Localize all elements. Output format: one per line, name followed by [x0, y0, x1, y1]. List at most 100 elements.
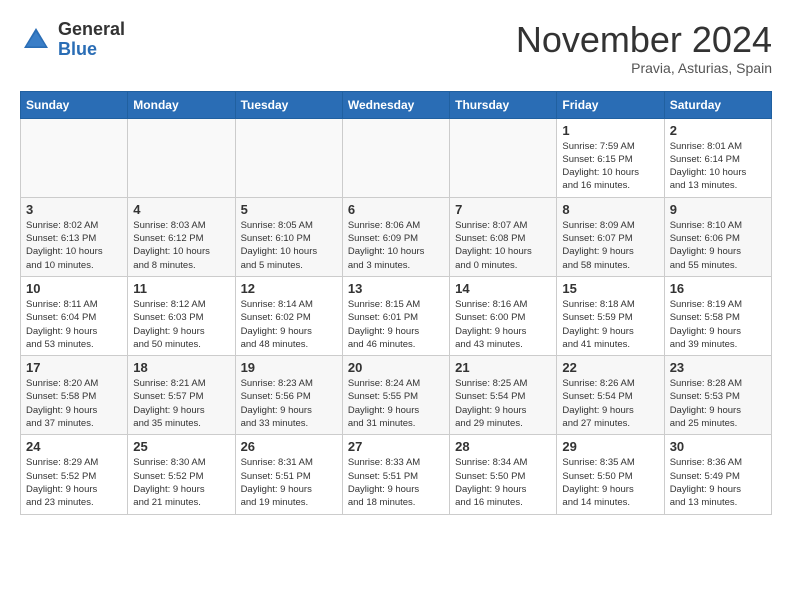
- day-number: 30: [670, 439, 766, 454]
- day-number: 28: [455, 439, 551, 454]
- day-info: Sunrise: 8:15 AM Sunset: 6:01 PM Dayligh…: [348, 298, 444, 351]
- calendar-day-cell: 16Sunrise: 8:19 AM Sunset: 5:58 PM Dayli…: [664, 276, 771, 355]
- calendar-day-cell: 14 Sunrise: 8:16 AM Sunset: 6:00 PM Dayli…: [450, 276, 557, 355]
- header-wednesday: Wednesday: [342, 91, 449, 118]
- logo-icon: [20, 24, 52, 56]
- day-number: 20: [348, 360, 444, 375]
- calendar-day-cell: 9 Sunrise: 8:10 AM Sunset: 6:06 PM Daylig…: [664, 197, 771, 276]
- calendar-day-cell: 20 Sunrise: 8:24 AM Sunset: 5:55 PM Dayli…: [342, 356, 449, 435]
- day-number: 18: [133, 360, 229, 375]
- day-number: 13: [348, 281, 444, 296]
- day-number: 24: [26, 439, 122, 454]
- calendar-day-cell: 28 Sunrise: 8:34 AM Sunset: 5:50 PM Dayli…: [450, 435, 557, 514]
- day-info: Sunrise: 8:09 AM Sunset: 6:07 PM Dayligh…: [562, 219, 658, 272]
- calendar-day-cell: [235, 118, 342, 197]
- day-number: 4: [133, 202, 229, 217]
- day-number: 5: [241, 202, 337, 217]
- day-info: Sunrise: 8:26 AM Sunset: 5:54 PM Dayligh…: [562, 377, 658, 430]
- calendar-week-row: 3 Sunrise: 8:02 AM Sunset: 6:13 PM Daylig…: [21, 197, 772, 276]
- calendar-day-cell: 12 Sunrise: 8:14 AM Sunset: 6:02 PM Dayli…: [235, 276, 342, 355]
- day-number: 6: [348, 202, 444, 217]
- day-number: 1: [562, 123, 658, 138]
- day-info: Sunrise: 8:12 AM Sunset: 6:03 PM Dayligh…: [133, 298, 229, 351]
- header-thursday: Thursday: [450, 91, 557, 118]
- day-info: Sunrise: 8:03 AM Sunset: 6:12 PM Dayligh…: [133, 219, 229, 272]
- calendar-day-cell: [21, 118, 128, 197]
- calendar-week-row: 10 Sunrise: 8:11 AM Sunset: 6:04 PM Dayli…: [21, 276, 772, 355]
- calendar-day-cell: 19 Sunrise: 8:23 AM Sunset: 5:56 PM Dayli…: [235, 356, 342, 435]
- day-number: 22: [562, 360, 658, 375]
- day-number: 10: [26, 281, 122, 296]
- calendar-day-cell: 2 Sunrise: 8:01 AM Sunset: 6:14 PM Daylig…: [664, 118, 771, 197]
- day-number: 15: [562, 281, 658, 296]
- day-info: Sunrise: 8:11 AM Sunset: 6:04 PM Dayligh…: [26, 298, 122, 351]
- calendar-day-cell: 5 Sunrise: 8:05 AM Sunset: 6:10 PM Daylig…: [235, 197, 342, 276]
- day-info: Sunrise: 8:18 AM Sunset: 5:59 PM Dayligh…: [562, 298, 658, 351]
- day-number: 29: [562, 439, 658, 454]
- calendar-day-cell: 6Sunrise: 8:06 AM Sunset: 6:09 PM Daylig…: [342, 197, 449, 276]
- header-sunday: Sunday: [21, 91, 128, 118]
- calendar-day-cell: 10 Sunrise: 8:11 AM Sunset: 6:04 PM Dayli…: [21, 276, 128, 355]
- day-info: Sunrise: 8:14 AM Sunset: 6:02 PM Dayligh…: [241, 298, 337, 351]
- day-info: Sunrise: 8:21 AM Sunset: 5:57 PM Dayligh…: [133, 377, 229, 430]
- day-info: Sunrise: 8:20 AM Sunset: 5:58 PM Dayligh…: [26, 377, 122, 430]
- logo-general: General: [58, 20, 125, 40]
- day-number: 14: [455, 281, 551, 296]
- day-number: 3: [26, 202, 122, 217]
- calendar-day-cell: [450, 118, 557, 197]
- day-info: Sunrise: 8:05 AM Sunset: 6:10 PM Dayligh…: [241, 219, 337, 272]
- title-block: November 2024 Pravia, Asturias, Spain: [516, 20, 772, 76]
- day-info: Sunrise: 8:19 AM Sunset: 5:58 PM Dayligh…: [670, 298, 766, 351]
- calendar-day-cell: 26Sunrise: 8:31 AM Sunset: 5:51 PM Dayli…: [235, 435, 342, 514]
- day-info: Sunrise: 8:33 AM Sunset: 5:51 PM Dayligh…: [348, 456, 444, 509]
- day-number: 19: [241, 360, 337, 375]
- calendar-page: General Blue November 2024 Pravia, Astur…: [0, 0, 792, 530]
- day-number: 12: [241, 281, 337, 296]
- calendar-week-row: 17 Sunrise: 8:20 AM Sunset: 5:58 PM Dayli…: [21, 356, 772, 435]
- calendar-day-cell: 3 Sunrise: 8:02 AM Sunset: 6:13 PM Daylig…: [21, 197, 128, 276]
- calendar-day-cell: 15 Sunrise: 8:18 AM Sunset: 5:59 PM Dayli…: [557, 276, 664, 355]
- day-number: 8: [562, 202, 658, 217]
- calendar-day-cell: 7Sunrise: 8:07 AM Sunset: 6:08 PM Daylig…: [450, 197, 557, 276]
- day-number: 26: [241, 439, 337, 454]
- calendar-day-cell: 21 Sunrise: 8:25 AM Sunset: 5:54 PM Dayli…: [450, 356, 557, 435]
- day-info: Sunrise: 8:24 AM Sunset: 5:55 PM Dayligh…: [348, 377, 444, 430]
- calendar-week-row: 1Sunrise: 7:59 AM Sunset: 6:15 PM Daylig…: [21, 118, 772, 197]
- header-saturday: Saturday: [664, 91, 771, 118]
- day-info: Sunrise: 8:35 AM Sunset: 5:50 PM Dayligh…: [562, 456, 658, 509]
- logo: General Blue: [20, 20, 125, 60]
- day-number: 11: [133, 281, 229, 296]
- day-info: Sunrise: 8:36 AM Sunset: 5:49 PM Dayligh…: [670, 456, 766, 509]
- day-number: 17: [26, 360, 122, 375]
- day-info: Sunrise: 8:25 AM Sunset: 5:54 PM Dayligh…: [455, 377, 551, 430]
- day-info: Sunrise: 8:01 AM Sunset: 6:14 PM Dayligh…: [670, 140, 766, 193]
- day-number: 9: [670, 202, 766, 217]
- calendar-header-row: Sunday Monday Tuesday Wednesday Thursday…: [21, 91, 772, 118]
- day-info: Sunrise: 8:23 AM Sunset: 5:56 PM Dayligh…: [241, 377, 337, 430]
- day-info: Sunrise: 8:02 AM Sunset: 6:13 PM Dayligh…: [26, 219, 122, 272]
- day-info: Sunrise: 8:28 AM Sunset: 5:53 PM Dayligh…: [670, 377, 766, 430]
- calendar-day-cell: 22 Sunrise: 8:26 AM Sunset: 5:54 PM Dayli…: [557, 356, 664, 435]
- calendar-day-cell: 17 Sunrise: 8:20 AM Sunset: 5:58 PM Dayli…: [21, 356, 128, 435]
- calendar-day-cell: 30 Sunrise: 8:36 AM Sunset: 5:49 PM Dayli…: [664, 435, 771, 514]
- header-friday: Friday: [557, 91, 664, 118]
- calendar-week-row: 24Sunrise: 8:29 AM Sunset: 5:52 PM Dayli…: [21, 435, 772, 514]
- calendar-day-cell: 13 Sunrise: 8:15 AM Sunset: 6:01 PM Dayli…: [342, 276, 449, 355]
- day-number: 21: [455, 360, 551, 375]
- calendar-day-cell: 8 Sunrise: 8:09 AM Sunset: 6:07 PM Daylig…: [557, 197, 664, 276]
- day-info: Sunrise: 8:34 AM Sunset: 5:50 PM Dayligh…: [455, 456, 551, 509]
- calendar-day-cell: 11 Sunrise: 8:12 AM Sunset: 6:03 PM Dayli…: [128, 276, 235, 355]
- day-info: Sunrise: 8:16 AM Sunset: 6:00 PM Dayligh…: [455, 298, 551, 351]
- calendar-day-cell: [342, 118, 449, 197]
- logo-blue: Blue: [58, 40, 125, 60]
- header-monday: Monday: [128, 91, 235, 118]
- calendar-day-cell: 29 Sunrise: 8:35 AM Sunset: 5:50 PM Dayli…: [557, 435, 664, 514]
- page-header: General Blue November 2024 Pravia, Astur…: [20, 20, 772, 76]
- calendar-day-cell: 25Sunrise: 8:30 AM Sunset: 5:52 PM Dayli…: [128, 435, 235, 514]
- day-number: 2: [670, 123, 766, 138]
- logo-text: General Blue: [58, 20, 125, 60]
- calendar-day-cell: 27Sunrise: 8:33 AM Sunset: 5:51 PM Dayli…: [342, 435, 449, 514]
- day-info: Sunrise: 8:30 AM Sunset: 5:52 PM Dayligh…: [133, 456, 229, 509]
- day-info: Sunrise: 8:10 AM Sunset: 6:06 PM Dayligh…: [670, 219, 766, 272]
- day-number: 7: [455, 202, 551, 217]
